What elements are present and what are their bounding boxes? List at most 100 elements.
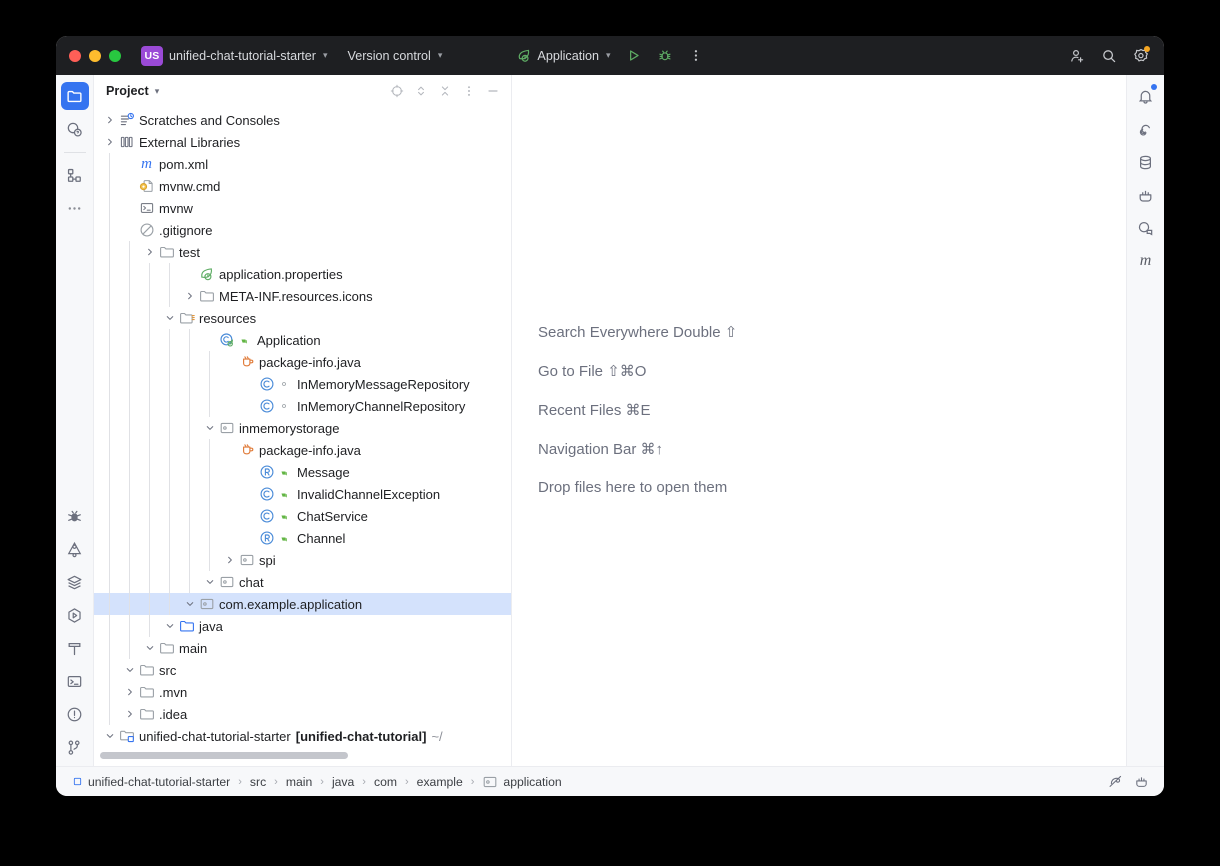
tree-row[interactable]: Channel	[94, 527, 511, 549]
breadcrumb-separator: ›	[238, 775, 242, 788]
breadcrumb-item[interactable]: application	[478, 772, 565, 792]
tree-row[interactable]: Application	[94, 329, 511, 351]
close-window-button[interactable]	[69, 49, 81, 62]
tree-twisty-right[interactable]	[182, 288, 198, 304]
version-control-label: Version control	[347, 48, 431, 63]
breadcrumb-item[interactable]: example	[413, 773, 467, 791]
tree-row[interactable]: package-info.java	[94, 439, 511, 461]
tree-row[interactable]: package-info.java	[94, 351, 511, 373]
sidebar-item-services[interactable]	[61, 568, 89, 596]
sidebar-item-project[interactable]	[60, 82, 89, 110]
sidebar-item-maven[interactable]: m	[1132, 247, 1160, 275]
tree-row[interactable]: java	[94, 615, 511, 637]
tree-row[interactable]: Scratches and Consoles	[94, 109, 511, 131]
tree-row[interactable]: unified-chat-tutorial-starter [unified-ch…	[94, 725, 511, 747]
sidebar-item-database[interactable]	[1132, 148, 1160, 176]
hide-panel-button[interactable]	[481, 79, 505, 103]
tree-twisty-down[interactable]	[162, 618, 178, 634]
tree-row[interactable]: spi	[94, 549, 511, 571]
tree-twisty-down[interactable]	[142, 640, 158, 656]
sidebar-item-more[interactable]	[61, 194, 89, 222]
sidebar-item-kubernetes[interactable]	[1132, 214, 1160, 242]
minimize-window-button[interactable]	[89, 49, 101, 62]
tree-row[interactable]: inmemorystorage	[94, 417, 511, 439]
tree-twisty-right[interactable]	[122, 706, 138, 722]
tree-row[interactable]: mvnw	[94, 197, 511, 219]
sidebar-item-endpoints[interactable]	[61, 535, 89, 563]
sidebar-item-version-control[interactable]	[61, 733, 89, 761]
breadcrumb-item[interactable]: com	[370, 773, 401, 791]
breadcrumb-item[interactable]: src	[246, 773, 270, 791]
tree-row[interactable]: mvnw.cmd	[94, 175, 511, 197]
tree-row-label-group: package-info.java	[259, 443, 361, 458]
tree-twisty-down[interactable]	[182, 596, 198, 612]
docker-widget[interactable]	[1128, 771, 1154, 793]
inspections-widget[interactable]	[1102, 771, 1128, 793]
share-button[interactable]	[1063, 43, 1090, 68]
breadcrumb-item[interactable]: main	[282, 773, 316, 791]
maximize-window-button[interactable]	[109, 49, 121, 62]
sidebar-item-build[interactable]	[61, 634, 89, 662]
project-file-tree[interactable]: Scratches and Consoles External Libraries…	[94, 107, 511, 766]
tree-row[interactable]: application.properties	[94, 263, 511, 285]
tree-twisty-down[interactable]	[202, 420, 218, 436]
panel-options-button[interactable]	[457, 79, 481, 103]
sidebar-item-notifications[interactable]	[1132, 82, 1160, 110]
sidebar-item-run[interactable]	[61, 601, 89, 629]
sidebar-item-problems[interactable]	[61, 700, 89, 728]
tree-row[interactable]: InMemoryChannelRepository	[94, 395, 511, 417]
tree-row[interactable]: Message	[94, 461, 511, 483]
tree-twisty-down[interactable]	[162, 310, 178, 326]
tree-row[interactable]: External Libraries	[94, 131, 511, 153]
tree-row[interactable]: ChatService	[94, 505, 511, 527]
tree-row[interactable]: InvalidChannelException	[94, 483, 511, 505]
tree-twisty-right[interactable]	[102, 134, 118, 150]
tree-twisty-right[interactable]	[222, 552, 238, 568]
tree-row[interactable]: InMemoryMessageRepository	[94, 373, 511, 395]
expand-collapse-button[interactable]	[409, 79, 433, 103]
run-configuration-label: Application	[537, 48, 600, 63]
project-selector[interactable]: US unified-chat-tutorial-starter ▾	[135, 43, 334, 69]
tree-row[interactable]: resources	[94, 307, 511, 329]
tree-row[interactable]: chat	[94, 571, 511, 593]
settings-button[interactable]	[1127, 43, 1154, 68]
tree-row[interactable]: test	[94, 241, 511, 263]
select-opened-file-button[interactable]	[385, 79, 409, 103]
sidebar-item-structure[interactable]	[61, 161, 89, 189]
more-run-actions-button[interactable]	[683, 43, 710, 68]
tree-row[interactable]: META-INF.resources.icons	[94, 285, 511, 307]
sidebar-item-terminal[interactable]	[61, 667, 89, 695]
breadcrumb-item[interactable]: unified-chat-tutorial-starter	[68, 773, 234, 791]
tree-twisty-right[interactable]	[102, 112, 118, 128]
version-control-menu[interactable]: Version control ▾	[342, 46, 449, 66]
sidebar-item-ai-chat[interactable]	[1132, 115, 1160, 143]
tree-row-suffix: [unified-chat-tutorial]	[295, 728, 427, 744]
sidebar-item-docker[interactable]	[1132, 181, 1160, 209]
breadcrumb-item[interactable]: java	[328, 773, 358, 791]
tree-row[interactable]: main	[94, 637, 511, 659]
tree-row[interactable]: src	[94, 659, 511, 681]
tree-row[interactable]: .idea	[94, 703, 511, 725]
sidebar-item-ai-assistant[interactable]	[61, 115, 89, 143]
tree-row-label: main	[179, 640, 208, 656]
tree-twisty-right[interactable]	[122, 684, 138, 700]
run-configuration-selector[interactable]: Application ▾	[510, 45, 616, 66]
sidebar-item-debug[interactable]	[61, 502, 89, 530]
debug-button[interactable]	[652, 43, 679, 68]
chevron-down-icon: ▾	[154, 85, 160, 96]
tree-twisty-down[interactable]	[102, 728, 118, 744]
project-name-label: unified-chat-tutorial-starter	[169, 48, 316, 63]
horizontal-scrollbar[interactable]	[100, 752, 348, 759]
editor-hint: Navigation Bar ⌘↑	[538, 441, 664, 458]
tree-row[interactable]: m pom.xml	[94, 153, 511, 175]
tree-twisty-down[interactable]	[122, 662, 138, 678]
tree-twisty-right[interactable]	[142, 244, 158, 260]
run-button[interactable]	[621, 43, 648, 68]
tree-row[interactable]: .mvn	[94, 681, 511, 703]
tree-twisty-down[interactable]	[202, 574, 218, 590]
tree-row-selected[interactable]: com.example.application	[94, 593, 511, 615]
search-button[interactable]	[1095, 43, 1122, 68]
tree-row[interactable]: .gitignore	[94, 219, 511, 241]
collapse-all-button[interactable]	[433, 79, 457, 103]
project-panel-title-menu[interactable]: Project ▾	[106, 84, 159, 98]
